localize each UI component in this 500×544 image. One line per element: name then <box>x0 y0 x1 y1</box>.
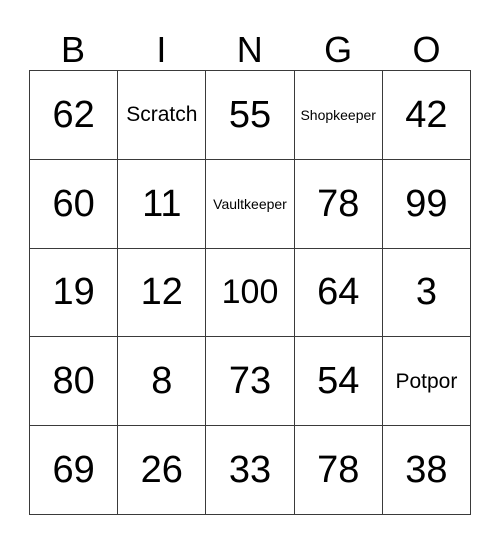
bingo-cell-value: 42 <box>405 93 448 136</box>
bingo-cell-value: 73 <box>228 360 272 403</box>
bingo-cell-value: 33 <box>228 449 272 492</box>
bingo-cell-value: 12 <box>140 271 183 314</box>
bingo-cell[interactable]: Potpor <box>382 337 472 427</box>
bingo-cell-value: Vaultkeeper <box>213 195 287 212</box>
bingo-row: 62 Scratch 55 Shopkeeper 42 <box>30 71 472 160</box>
bingo-cell[interactable]: 26 <box>118 426 207 515</box>
bingo-cell[interactable]: Vaultkeeper <box>206 159 295 249</box>
bingo-cell[interactable]: 78 <box>294 426 383 515</box>
bingo-card: B I N G O 62 Scratch 55 Shopkeeper 42 60 11 Vaultke… <box>29 11 472 515</box>
bingo-cell[interactable]: 80 <box>30 337 119 427</box>
bingo-cell-value: 62 <box>52 93 95 136</box>
bingo-cell-value: Potpor <box>395 369 458 393</box>
bingo-cell-value: 54 <box>317 360 360 403</box>
bingo-row: 80 8 73 54 Potpor <box>30 337 472 427</box>
bingo-cell-value: 64 <box>317 271 360 314</box>
bingo-header-letter-g: G <box>324 29 353 70</box>
bingo-cell[interactable]: 62 <box>30 71 119 160</box>
bingo-cell[interactable]: 8 <box>118 337 207 427</box>
bingo-cell[interactable]: 69 <box>30 426 119 515</box>
bingo-cell[interactable]: 38 <box>382 426 472 515</box>
bingo-cell-value: Scratch <box>126 103 198 127</box>
bingo-cell-value: 69 <box>52 449 95 492</box>
bingo-cell[interactable]: 99 <box>382 159 472 249</box>
bingo-cell-value: 38 <box>405 449 448 492</box>
bingo-cell-value: Shopkeeper <box>300 106 376 123</box>
bingo-cell[interactable]: 33 <box>206 426 295 515</box>
bingo-cell-value: 11 <box>142 182 182 225</box>
bingo-cell-value: 3 <box>415 271 437 314</box>
bingo-cell[interactable]: 54 <box>294 337 383 427</box>
bingo-cell[interactable]: 19 <box>30 248 119 338</box>
bingo-header-letter-i: I <box>156 29 167 70</box>
bingo-cell[interactable]: 73 <box>206 337 295 427</box>
bingo-cell-value: 78 <box>317 182 360 225</box>
bingo-cell[interactable]: 64 <box>294 248 383 338</box>
bingo-header-letter-o: O <box>412 29 442 70</box>
bingo-cell[interactable]: 42 <box>382 71 472 160</box>
bingo-grid: 62 Scratch 55 Shopkeeper 42 60 11 Vaultkeeper 78… <box>29 70 472 515</box>
bingo-header-row: BINGO <box>29 11 471 70</box>
bingo-cell[interactable]: 78 <box>294 159 383 249</box>
bingo-header-letter-n: N <box>236 29 264 70</box>
bingo-row: 69 26 33 78 38 <box>30 426 472 515</box>
bingo-cell-value: 19 <box>52 271 95 314</box>
bingo-cell[interactable]: 55 <box>206 71 295 160</box>
bingo-cell[interactable]: Shopkeeper <box>294 71 383 160</box>
bingo-row: 60 11 Vaultkeeper 78 99 <box>30 159 472 249</box>
bingo-cell[interactable]: 60 <box>30 159 119 249</box>
bingo-cell-value: 99 <box>405 182 448 225</box>
bingo-row: 19 12 100 64 3 <box>30 248 472 338</box>
bingo-cell-value: 8 <box>151 360 173 403</box>
bingo-cell[interactable]: 100 <box>206 248 295 338</box>
bingo-cell[interactable]: 11 <box>118 159 207 249</box>
bingo-cell-value: 100 <box>221 273 279 312</box>
bingo-cell-value: 78 <box>317 449 360 492</box>
bingo-cell-value: 55 <box>228 93 272 136</box>
bingo-cell[interactable]: Scratch <box>118 71 207 160</box>
bingo-header-letter-b: B <box>60 29 86 70</box>
bingo-cell-value: 80 <box>52 360 95 403</box>
bingo-cell-value: 26 <box>140 449 183 492</box>
bingo-cell[interactable]: 3 <box>382 248 472 338</box>
bingo-cell[interactable]: 12 <box>118 248 207 338</box>
bingo-cell-value: 60 <box>52 182 95 225</box>
